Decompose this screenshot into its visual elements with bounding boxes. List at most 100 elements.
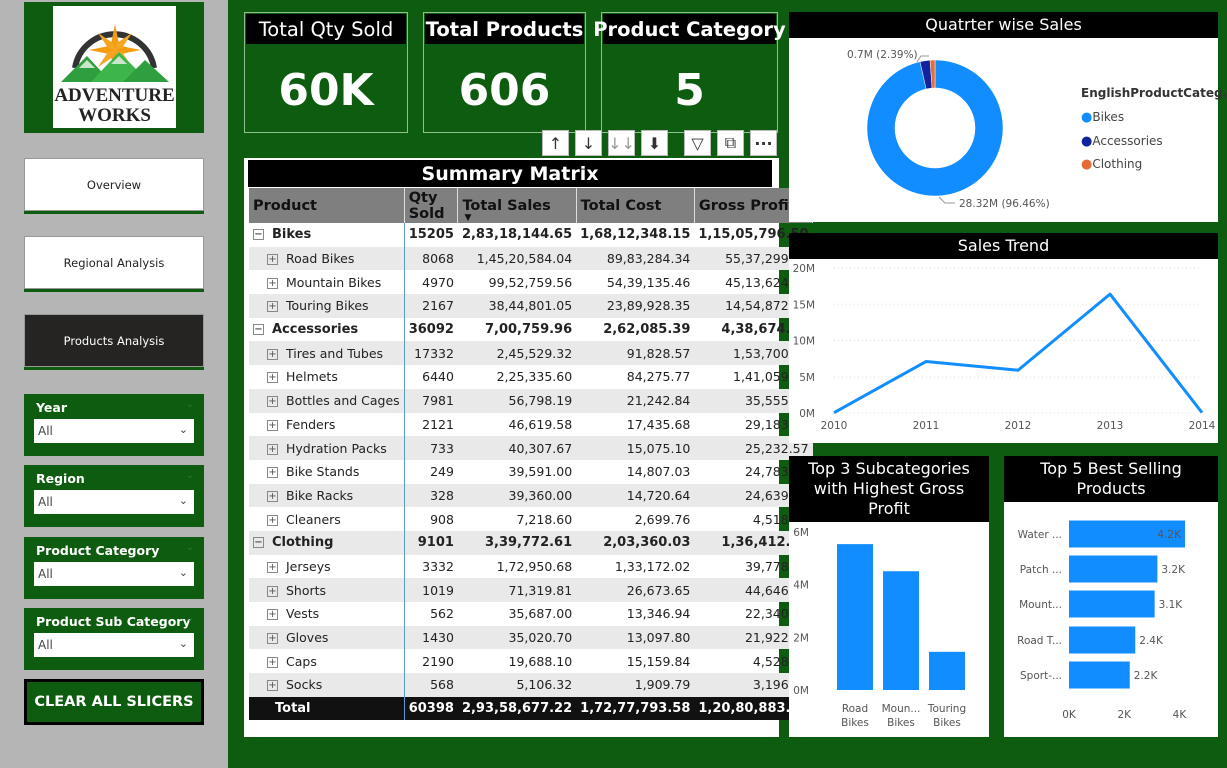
expand-icon[interactable]: + <box>267 277 278 289</box>
expand-icon[interactable]: + <box>267 348 278 360</box>
legend-title: EnglishProductCateg... <box>1081 86 1227 100</box>
slicer-product-sub-category-dropdown[interactable]: All ⌄ <box>34 633 194 657</box>
slicer-year-dropdown[interactable]: All ⌄ <box>34 419 194 443</box>
expand-next-level-icon[interactable]: ↓↓ <box>608 130 635 156</box>
expand-icon[interactable]: + <box>267 656 278 668</box>
matrix-cell-sales: 1,45,20,584.04 <box>457 246 577 271</box>
matrix-total-row: Total 60398 2,93,58,677.22 1,72,77,793.58 1,… <box>249 696 813 721</box>
matrix-subcategory-row: + Caps 2190 19,688.10 15,159.84 4,528.26 <box>249 649 813 674</box>
expand-icon[interactable]: + <box>267 633 278 645</box>
matrix-cell-qty: 3332 <box>422 558 454 574</box>
expand-icon[interactable]: + <box>267 490 278 502</box>
matrix-cell-qty: 2167 <box>404 294 458 318</box>
clear-all-slicers-button[interactable]: CLEAR ALL SLICERS <box>24 679 204 725</box>
matrix-cell-cost: 17,435.68 <box>626 416 691 432</box>
nav-regional-analysis-button[interactable]: Regional Analysis <box>24 236 204 292</box>
matrix-cell-qty: 9101 <box>404 530 458 555</box>
matrix-subcategory-row: + Gloves 1430 35,020.70 13,097.80 21,922.90 <box>249 625 813 650</box>
x-tick-label: 2013 <box>1097 420 1124 432</box>
more-options-icon[interactable]: ··· <box>750 130 777 156</box>
x-tick-label: 2011 <box>913 420 940 432</box>
column-header-product[interactable]: Product <box>249 188 405 223</box>
matrix-cell-product-label: Tires and Tubes <box>286 345 384 361</box>
matrix-cell-product-label: Caps <box>286 653 317 669</box>
expand-icon[interactable]: + <box>267 396 278 408</box>
expand-icon[interactable]: + <box>267 680 278 692</box>
matrix-cell-qty: 562 <box>430 606 454 622</box>
focus-mode-icon[interactable]: ⧉ <box>717 130 744 156</box>
expand-icon[interactable]: + <box>267 514 278 526</box>
expand-icon[interactable]: + <box>267 609 278 621</box>
column-header-total-sales[interactable]: Total Sales ▼ <box>457 188 577 223</box>
expand-icon[interactable]: + <box>267 561 278 573</box>
y-tick-label: Mount... <box>1019 599 1062 611</box>
matrix-cell-product-label: Bikes <box>272 227 312 243</box>
collapse-icon[interactable]: − <box>253 324 264 336</box>
expand-icon[interactable]: + <box>267 585 278 597</box>
chevron-down-icon[interactable]: ⌄ <box>186 470 194 481</box>
matrix-cell-qty: 2190 <box>422 653 454 669</box>
filter-icon[interactable]: ▽ <box>684 130 711 156</box>
chevron-down-icon[interactable]: ⌄ <box>186 613 194 624</box>
matrix-cell-sales: 1,72,950.68 <box>496 558 573 574</box>
x-tick-label: 2K <box>1117 709 1132 721</box>
matrix-cell-cost: 1,68,12,348.15 <box>580 227 691 243</box>
subcategory-bar <box>929 651 965 690</box>
y-tick-label: 0M <box>793 685 809 697</box>
matrix-cell-cost: 91,828.57 <box>576 341 695 366</box>
matrix-subcategory-row: + Socks 568 5,106.32 1,909.79 3,196.53 <box>249 673 813 697</box>
expand-icon[interactable]: + <box>267 443 278 455</box>
slicer-year: Year ⌄ All ⌄ <box>24 394 204 456</box>
matrix-category-row: − Accessories 36092 7,00,759.96 2,62,085.39 4… <box>249 317 813 342</box>
matrix-body: − Bikes 15205 2,83,18,144.65 1,68,12,348.15 1… <box>249 223 813 721</box>
donut-data-label: 28.32M (96.46%) <box>959 198 1050 210</box>
matrix-cell-qty: 15205 <box>408 227 454 243</box>
matrix-total-cost: 1,72,77,793.58 <box>576 696 695 721</box>
expand-icon[interactable]: + <box>267 254 278 266</box>
legend-item-accessories[interactable]: ●Accessories <box>1081 130 1163 154</box>
nav-products-analysis-button[interactable]: Products Analysis <box>24 314 204 370</box>
collapse-icon[interactable]: − <box>253 537 264 549</box>
slicer-product-category-dropdown[interactable]: All ⌄ <box>34 562 194 586</box>
y-tick-label: 6M <box>793 527 809 539</box>
drill-up-icon[interactable]: ↑ <box>542 130 569 156</box>
matrix-cell-qty: 328 <box>404 483 458 508</box>
matrix-cell-product-label: Accessories <box>272 322 359 338</box>
matrix-cell-product: + Caps <box>249 649 405 674</box>
legend-item-bikes[interactable]: ●Bikes <box>1081 106 1163 130</box>
logo-frame: ADVENTURE WORKS <box>24 2 204 133</box>
expand-icon[interactable]: + <box>267 419 278 431</box>
line-chart: 0M 5M 10M 15M 20M 2010 2011 2012 2013 2014 <box>793 263 1216 432</box>
slicer-region-dropdown[interactable]: All ⌄ <box>34 490 194 514</box>
nav-regional-analysis-label: Regional Analysis <box>24 236 204 289</box>
legend-item-clothing[interactable]: ●Clothing <box>1081 153 1163 177</box>
column-header-qty-sold[interactable]: Qty Sold <box>404 188 459 223</box>
matrix-cell-product: + Shorts <box>249 578 405 602</box>
expand-icon[interactable]: + <box>267 372 278 384</box>
matrix-cell-product: + Road Bikes <box>249 246 405 271</box>
nav-overview-button[interactable]: Overview <box>24 158 204 214</box>
chevron-down-icon[interactable]: ⌄ <box>186 542 194 553</box>
expand-all-down-icon[interactable]: ⬇ <box>641 130 668 156</box>
nav-overview-label: Overview <box>24 158 204 211</box>
matrix-cell-product-label: Helmets <box>286 369 338 385</box>
x-tick-label: 2014 <box>1189 420 1216 432</box>
matrix-cell-cost: 13,097.80 <box>576 625 695 650</box>
chevron-down-icon[interactable]: ⌄ <box>186 399 194 410</box>
matrix-cell-qty: 7981 <box>404 388 458 413</box>
column-header-total-cost[interactable]: Total Cost <box>576 188 695 223</box>
expand-icon[interactable]: + <box>267 467 278 479</box>
matrix-cell-qty: 733 <box>404 436 458 460</box>
matrix-cell-product-label: Gloves <box>286 630 329 646</box>
logo-line-2: WORKS <box>78 105 151 126</box>
matrix-subcategory-row: + Bike Racks 328 39,360.00 14,720.64 24,639.3… <box>249 483 813 508</box>
drill-down-icon[interactable]: ↓ <box>575 130 602 156</box>
x-tick-label: 2012 <box>1005 420 1032 432</box>
y-tick-label: 15M <box>793 299 815 311</box>
subcategory-bar <box>883 571 919 690</box>
collapse-icon[interactable]: − <box>253 229 264 241</box>
adventure-works-logo: ADVENTURE WORKS <box>53 6 176 128</box>
x-tick-label: Road <box>842 703 868 715</box>
expand-icon[interactable]: + <box>267 301 278 313</box>
x-tick-label: Bikes <box>887 717 915 729</box>
